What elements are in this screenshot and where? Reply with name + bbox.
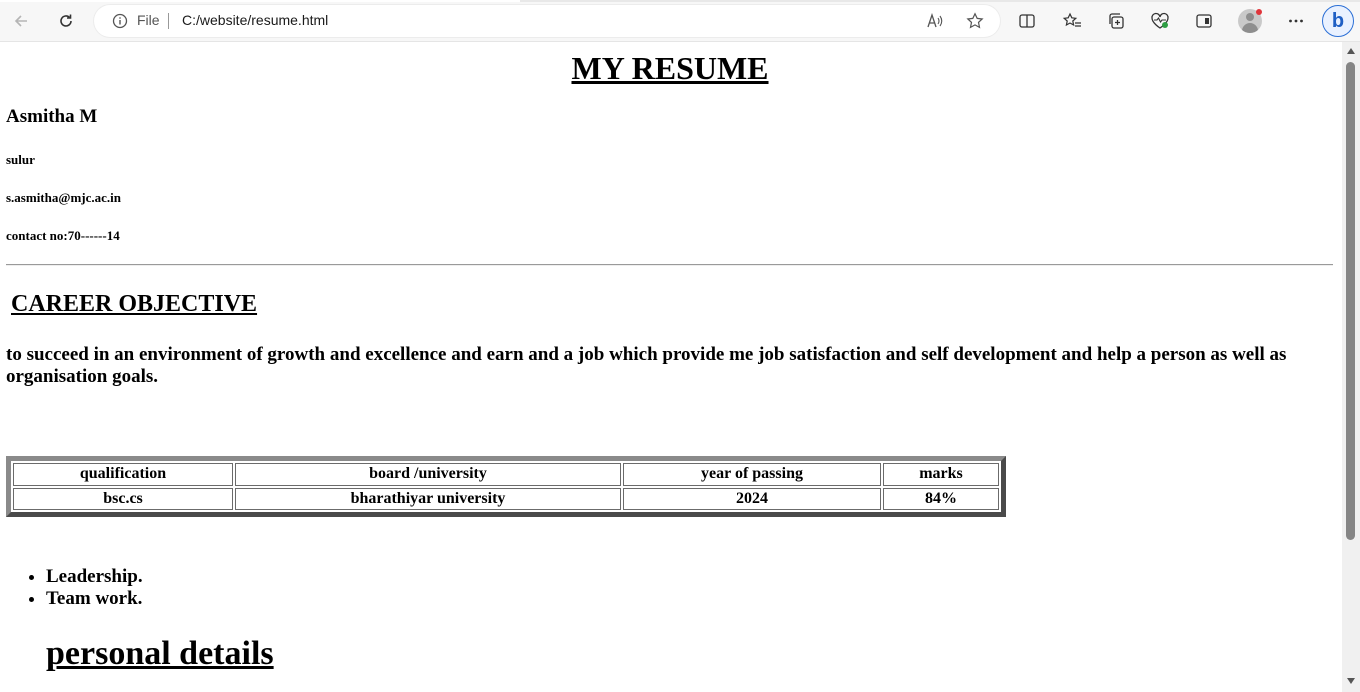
table-header-row: qualification board /university year of …: [13, 463, 999, 486]
browser-toolbar: File C:/website/resume.html b: [0, 0, 1360, 42]
table-row: bsc.cs bharathiyar university 2024 84%: [13, 487, 999, 510]
vertical-scrollbar[interactable]: [1342, 42, 1360, 692]
table-cell: bharathiyar university: [235, 487, 621, 510]
page-title: MY RESUME: [571, 50, 769, 86]
favorites-list-icon: [1062, 12, 1081, 27]
header-cell: marks: [883, 463, 999, 486]
scroll-up-arrow-icon[interactable]: [1347, 48, 1355, 54]
back-arrow-icon: [14, 15, 27, 27]
active-tab-edge: [0, 0, 520, 2]
scheme-label: File: [137, 12, 160, 28]
sidebar-icon: [1196, 14, 1212, 28]
table-cell: 84%: [883, 487, 999, 510]
bing-copilot-icon[interactable]: b: [1322, 5, 1354, 37]
address-separator: [168, 13, 169, 29]
split-screen-icon: [1019, 14, 1035, 28]
site-info-icon[interactable]: [112, 13, 128, 34]
favorites-button[interactable]: [1056, 6, 1088, 36]
scroll-down-arrow-icon[interactable]: [1347, 678, 1355, 684]
collections-button[interactable]: [1100, 6, 1132, 36]
url-text[interactable]: C:/website/resume.html: [182, 12, 328, 28]
scroll-thumb[interactable]: [1346, 62, 1355, 540]
settings-more-button[interactable]: [1280, 6, 1312, 36]
horizontal-rule: [6, 264, 1333, 266]
refresh-button[interactable]: [50, 6, 82, 36]
header-cell: qualification: [13, 463, 233, 486]
tab-strip: [0, 0, 1360, 2]
more-dots-icon: [1289, 19, 1303, 23]
back-button[interactable]: [5, 6, 37, 36]
table-cell: bsc.cs: [13, 487, 233, 510]
list-item: Team work.: [46, 588, 143, 610]
address-bar[interactable]: File C:/website/resume.html: [94, 5, 1000, 37]
table-cell: 2024: [623, 487, 881, 510]
split-screen-button[interactable]: [1011, 6, 1043, 36]
personal-details-heading: personal details: [46, 635, 274, 672]
email-text: s.asmitha@mjc.ac.in: [6, 190, 122, 205]
heart-pulse-icon: [1151, 12, 1169, 29]
header-cell: year of passing: [623, 463, 881, 486]
qualification-table: qualification board /university year of …: [6, 456, 1006, 517]
skills-list: Leadership. Team work.: [6, 566, 143, 610]
location-text: sulur: [6, 152, 35, 167]
profile-notification-dot: [1256, 9, 1262, 15]
collections-icon: [1109, 13, 1124, 29]
header-cell: board /university: [235, 463, 621, 486]
page-viewport: MY RESUME Asmitha M sulur s.asmitha@mjc.…: [0, 42, 1342, 692]
candidate-name: Asmitha M: [6, 106, 98, 127]
sidebar-button[interactable]: [1188, 6, 1220, 36]
career-objective-heading: CAREER OBJECTIVE: [11, 291, 258, 317]
refresh-icon: [60, 14, 72, 27]
favorite-star-icon[interactable]: [964, 11, 986, 31]
contact-text: contact no:70------14: [6, 228, 120, 243]
browser-essentials-button[interactable]: [1144, 6, 1176, 36]
career-objective-text: to succeed in an environment of growth a…: [6, 344, 1287, 387]
read-aloud-icon[interactable]: [924, 11, 946, 31]
list-item: Leadership.: [46, 566, 143, 588]
